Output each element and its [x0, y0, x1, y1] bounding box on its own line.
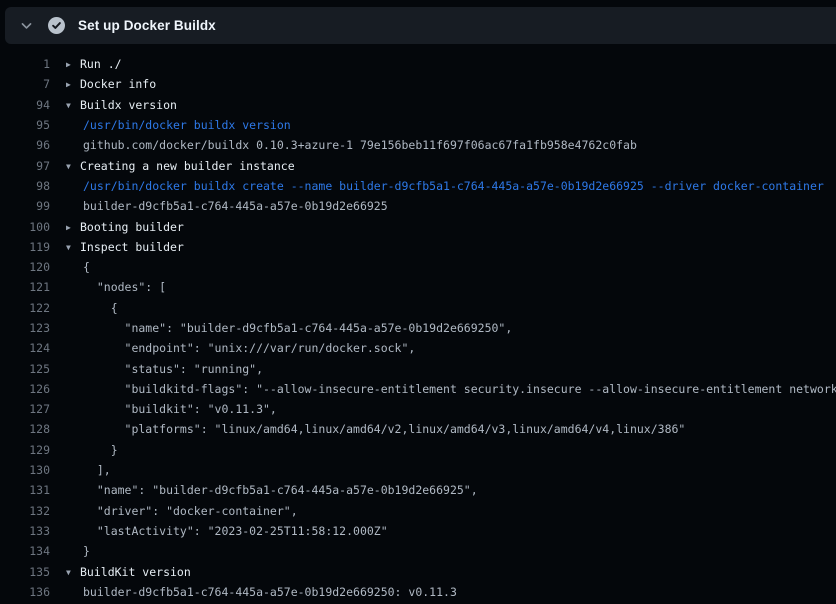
log-line-text: "status": "running", — [66, 362, 263, 376]
log-line: 127 "buildkit": "v0.11.3", — [0, 399, 836, 419]
group-title[interactable]: ▼Inspect builder — [66, 240, 184, 254]
line-number-link[interactable]: 125 — [0, 362, 50, 376]
triangle-right-icon[interactable]: ▶ — [66, 60, 80, 69]
triangle-down-icon[interactable]: ▼ — [66, 568, 80, 577]
group-title[interactable]: ▼Creating a new builder instance — [66, 159, 295, 173]
log-line-text: "driver": "docker-container", — [66, 504, 298, 518]
group-title[interactable]: ▶Run ./ — [66, 57, 122, 71]
line-number-link[interactable]: 133 — [0, 524, 50, 538]
log-line-text: "name": "builder-d9cfb5a1-c764-445a-a57e… — [66, 483, 478, 497]
line-number-link[interactable]: 96 — [0, 138, 50, 152]
line-number-link[interactable]: 7 — [0, 77, 50, 91]
line-number-link[interactable]: 95 — [0, 118, 50, 132]
line-number-link[interactable]: 134 — [0, 544, 50, 558]
line-number-link[interactable]: 120 — [0, 260, 50, 274]
log-line[interactable]: 135 ▼BuildKit version — [0, 561, 836, 581]
line-number-link[interactable]: 128 — [0, 422, 50, 436]
group-title[interactable]: ▼Buildx version — [66, 98, 177, 112]
log-line-text: "endpoint": "unix:///var/run/docker.sock… — [66, 341, 415, 355]
line-number-link[interactable]: 1 — [0, 57, 50, 71]
log-line: 98 /usr/bin/docker buildx create --name … — [0, 176, 836, 196]
log-line[interactable]: 94 ▼Buildx version — [0, 95, 836, 115]
log-line: 123 "name": "builder-d9cfb5a1-c764-445a-… — [0, 318, 836, 338]
log-line-text: builder-d9cfb5a1-c764-445a-a57e-0b19d2e6… — [66, 585, 457, 599]
log-line[interactable]: 97 ▼Creating a new builder instance — [0, 155, 836, 175]
line-number-link[interactable]: 126 — [0, 382, 50, 396]
log-line: 99 builder-d9cfb5a1-c764-445a-a57e-0b19d… — [0, 196, 836, 216]
line-number-link[interactable]: 135 — [0, 565, 50, 579]
group-title[interactable]: ▶Docker info — [66, 77, 156, 91]
log-line: 95 /usr/bin/docker buildx version — [0, 115, 836, 135]
line-number-link[interactable]: 98 — [0, 179, 50, 193]
triangle-down-icon[interactable]: ▼ — [66, 243, 80, 252]
log-line: 133 "lastActivity": "2023-02-25T11:58:12… — [0, 521, 836, 541]
log-line-text: } — [66, 544, 90, 558]
log-line-text: "buildkit": "v0.11.3", — [66, 402, 277, 416]
group-title[interactable]: ▶Booting builder — [66, 220, 184, 234]
log-line-text: "nodes": [ — [66, 280, 166, 294]
line-number-link[interactable]: 94 — [0, 98, 50, 112]
log-line: 122 { — [0, 298, 836, 318]
log-line: 124 "endpoint": "unix:///var/run/docker.… — [0, 338, 836, 358]
line-number-link[interactable]: 122 — [0, 301, 50, 315]
line-number-link[interactable]: 97 — [0, 159, 50, 173]
line-number-link[interactable]: 127 — [0, 402, 50, 416]
chevron-down-icon[interactable] — [18, 18, 34, 34]
log-line-text: { — [66, 301, 118, 315]
line-number-link[interactable]: 119 — [0, 240, 50, 254]
log-line: 125 "status": "running", — [0, 358, 836, 378]
log-line[interactable]: 1 ▶Run ./ — [0, 54, 836, 74]
step-title: Set up Docker Buildx — [78, 18, 216, 33]
line-number-link[interactable]: 123 — [0, 321, 50, 335]
log-line-text: "buildkitd-flags": "--allow-insecure-ent… — [66, 382, 836, 396]
line-number-link[interactable]: 100 — [0, 220, 50, 234]
log-line-text: { — [66, 260, 90, 274]
log-line: 129 } — [0, 440, 836, 460]
log-line: 120 { — [0, 257, 836, 277]
line-number-link[interactable]: 136 — [0, 585, 50, 599]
log-line: 126 "buildkitd-flags": "--allow-insecure… — [0, 379, 836, 399]
log-line-text: github.com/docker/buildx 0.10.3+azure-1 … — [66, 138, 637, 152]
triangle-right-icon[interactable]: ▶ — [66, 80, 80, 89]
log-line[interactable]: 100 ▶Booting builder — [0, 216, 836, 236]
log-line: 132 "driver": "docker-container", — [0, 501, 836, 521]
log-line-text: /usr/bin/docker buildx create --name bui… — [66, 179, 824, 193]
log-line-text: builder-d9cfb5a1-c764-445a-a57e-0b19d2e6… — [66, 199, 388, 213]
line-number-link[interactable]: 121 — [0, 280, 50, 294]
log-line: 96 github.com/docker/buildx 0.10.3+azure… — [0, 135, 836, 155]
log-line-text: } — [66, 443, 118, 457]
log-line[interactable]: 119 ▼Inspect builder — [0, 237, 836, 257]
log-line: 130 ], — [0, 460, 836, 480]
log-line-text: /usr/bin/docker buildx version — [66, 118, 291, 132]
log-line: 136 builder-d9cfb5a1-c764-445a-a57e-0b19… — [0, 582, 836, 602]
log-line-text: "name": "builder-d9cfb5a1-c764-445a-a57e… — [66, 321, 512, 335]
log-line-text: "lastActivity": "2023-02-25T11:58:12.000… — [66, 524, 388, 538]
line-number-link[interactable]: 129 — [0, 443, 50, 457]
line-number-link[interactable]: 131 — [0, 483, 50, 497]
step-header[interactable]: Set up Docker Buildx — [5, 7, 836, 44]
line-number-link[interactable]: 99 — [0, 199, 50, 213]
status-check-icon — [48, 17, 65, 34]
log-line: 134 } — [0, 541, 836, 561]
line-number-link[interactable]: 132 — [0, 504, 50, 518]
log-line[interactable]: 7 ▶Docker info — [0, 74, 836, 94]
triangle-down-icon[interactable]: ▼ — [66, 101, 80, 110]
log-line-text: ], — [66, 463, 111, 477]
log-line: 128 "platforms": "linux/amd64,linux/amd6… — [0, 419, 836, 439]
log-line: 121 "nodes": [ — [0, 277, 836, 297]
log-line-text: "platforms": "linux/amd64,linux/amd64/v2… — [66, 422, 685, 436]
group-title[interactable]: ▼BuildKit version — [66, 565, 191, 579]
triangle-down-icon[interactable]: ▼ — [66, 162, 80, 171]
log-line: 131 "name": "builder-d9cfb5a1-c764-445a-… — [0, 480, 836, 500]
line-number-link[interactable]: 130 — [0, 463, 50, 477]
triangle-right-icon[interactable]: ▶ — [66, 223, 80, 232]
line-number-link[interactable]: 124 — [0, 341, 50, 355]
log-viewer: 1 ▶Run ./ 7 ▶Docker info 94 ▼Buildx vers… — [0, 44, 836, 604]
